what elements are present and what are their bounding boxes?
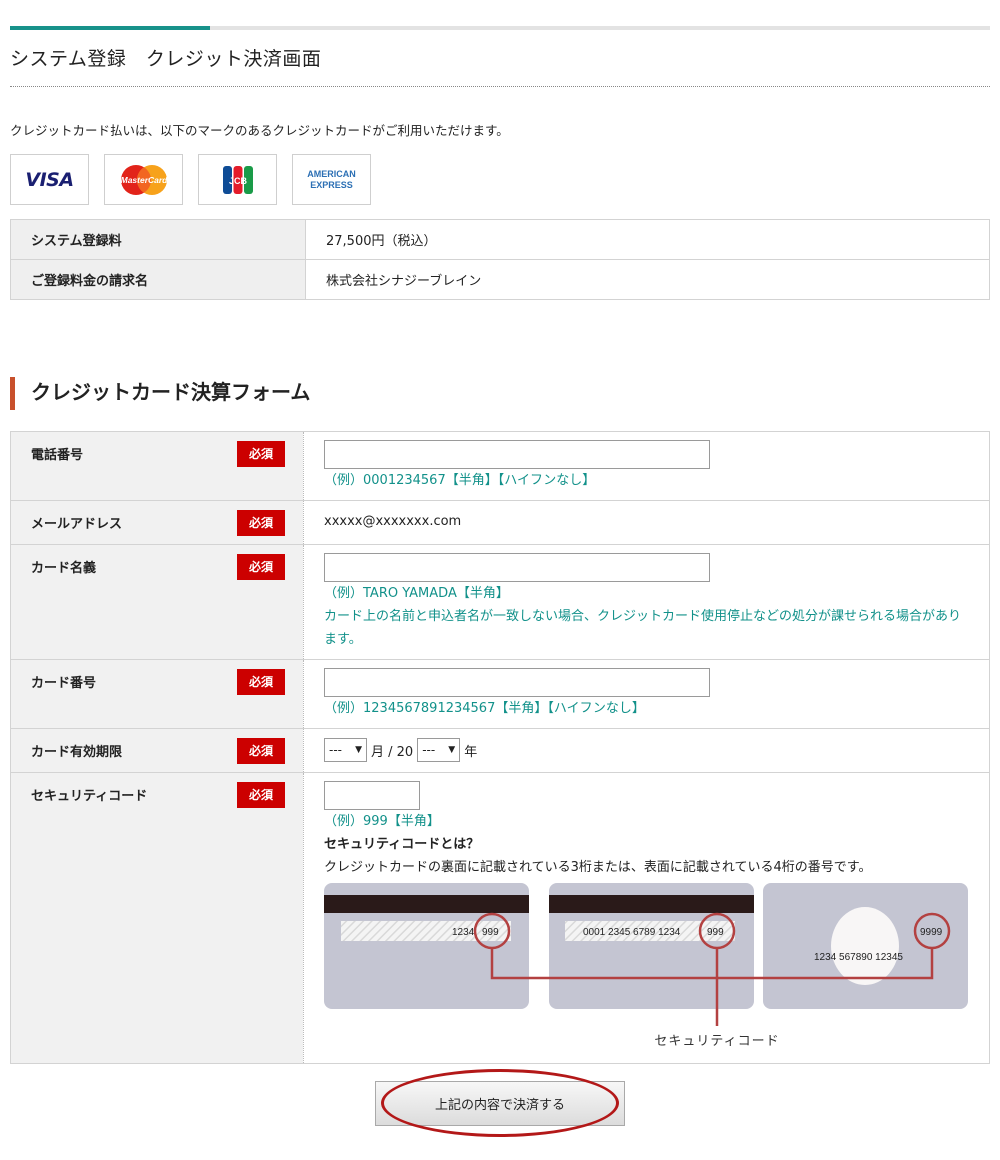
security-code-input[interactable]	[324, 781, 420, 810]
form-row-phone: 電話番号 必須 （例）0001234567【半角】【ハイフンなし】	[10, 431, 990, 501]
email-value: xxxxx@xxxxxxx.com	[324, 514, 462, 529]
security-code-description: クレジットカードの裏面に記載されている3桁または、表面に記載されている4桁の番号…	[324, 860, 872, 875]
fee-value: 27,500円（税込）	[305, 219, 990, 260]
phone-label: 電話番号	[31, 448, 84, 463]
chevron-down-icon: ▼	[355, 745, 362, 755]
card2-code: 999	[707, 927, 724, 938]
card-back-illustration: 1234 999	[324, 883, 529, 1009]
expiry-label: カード有効期限	[31, 745, 123, 760]
jcb-logo-text: JCB	[228, 176, 247, 186]
expiry-label-cell: カード有効期限 必須	[10, 728, 304, 773]
security-code-label: セキュリティコード	[31, 789, 148, 804]
visa-logo: VISA	[10, 154, 89, 205]
billing-name-value: 株式会社シナジーブレイン	[305, 259, 990, 300]
email-field-cell: xxxxx@xxxxxxx.com	[303, 500, 990, 545]
required-badge: 必須	[237, 782, 285, 808]
expiry-year-select[interactable]: --- ▼	[417, 738, 461, 762]
amex-logo-text: AMERICAN EXPRESS	[307, 169, 356, 191]
form-row-expiry: カード有効期限 必須 --- ▼ 月 / 20 --- ▼ 年	[10, 728, 990, 773]
title-divider	[10, 86, 990, 87]
amex-logo-line1: AMERICAN	[307, 168, 356, 179]
card-number-label-cell: カード番号 必須	[10, 659, 304, 729]
security-code-heading: セキュリティコードとは？	[324, 837, 480, 852]
expiry-year-value: ---	[422, 743, 436, 757]
expiry-month-value: ---	[329, 743, 342, 757]
required-badge: 必須	[237, 554, 285, 580]
required-badge: 必須	[237, 510, 285, 536]
phone-input[interactable]	[324, 440, 710, 469]
jcb-logo: JCB	[198, 154, 277, 205]
email-label: メールアドレス	[31, 517, 123, 532]
card-front-illustration: 9999 1234 567890 12345	[763, 883, 968, 1009]
security-code-field-cell: （例）999【半角】 セキュリティコードとは？ クレジットカードの裏面に記載され…	[303, 772, 990, 1064]
card-name-label-cell: カード名義 必須	[10, 544, 304, 660]
card-brand-logos: VISA MasterCard JCB AMERICAN EXPRESS	[10, 154, 371, 205]
amex-logo: AMERICAN EXPRESS	[292, 154, 371, 205]
expiry-field-cell: --- ▼ 月 / 20 --- ▼ 年	[303, 728, 990, 773]
credit-card-form: 電話番号 必須 （例）0001234567【半角】【ハイフンなし】 メールアドレ…	[10, 431, 990, 1064]
card-number-label: カード番号	[31, 676, 97, 691]
form-row-card-name: カード名義 必須 （例）TARO YAMADA【半角】 カード上の名前と申込者名…	[10, 544, 990, 660]
security-code-hint: （例）999【半角】	[324, 814, 440, 829]
card-number-hint: （例）1234567891234567【半角】【ハイフンなし】	[324, 701, 645, 716]
illustration-caption: セキュリティコード	[654, 1034, 779, 1049]
card1-digits: 1234	[452, 927, 475, 938]
form-row-security-code: セキュリティコード 必須 （例）999【半角】 セキュリティコードとは？ クレジ…	[10, 772, 990, 1064]
submit-payment-button[interactable]: 上記の内容で決済する	[375, 1081, 625, 1126]
card-name-hint: （例）TARO YAMADA【半角】	[324, 586, 509, 601]
phone-label-cell: 電話番号 必須	[10, 431, 304, 501]
card-name-note: カード上の名前と申込者名が一致しない場合、クレジットカード使用停止などの処分が課…	[324, 609, 962, 647]
form-row-card-number: カード番号 必須 （例）1234567891234567【半角】【ハイフンなし】	[10, 659, 990, 729]
card-number-input[interactable]	[324, 668, 710, 697]
mastercard-logo-text: MasterCard	[120, 175, 168, 185]
card3-digits: 1234 567890 12345	[814, 952, 903, 963]
card-name-label: カード名義	[31, 561, 97, 576]
card-number-field-cell: （例）1234567891234567【半角】【ハイフンなし】	[303, 659, 990, 729]
jcb-icon: JCB	[222, 165, 253, 194]
card-name-field-cell: （例）TARO YAMADA【半角】 カード上の名前と申込者名が一致しない場合、…	[303, 544, 990, 660]
phone-hint: （例）0001234567【半角】【ハイフンなし】	[324, 473, 596, 488]
amex-logo-line2: EXPRESS	[310, 179, 353, 190]
card1-code: 999	[482, 927, 499, 938]
submit-area: 上記の内容で決済する	[375, 1069, 625, 1137]
expiry-month-unit: 月 / 20	[371, 744, 414, 760]
card-name-input[interactable]	[324, 553, 710, 582]
chevron-down-icon: ▼	[448, 745, 456, 755]
billing-name-label: ご登録料金の請求名	[10, 259, 306, 300]
required-badge: 必須	[237, 669, 285, 695]
security-code-illustration: 1234 999 0001 2345 6789 1234 999 9999 12…	[324, 883, 968, 1049]
fee-label: システム登録料	[10, 219, 306, 260]
visa-logo-text: VISA	[25, 168, 74, 191]
email-label-cell: メールアドレス 必須	[10, 500, 304, 545]
mastercard-logo: MasterCard	[104, 154, 183, 205]
expiry-selects: --- ▼ 月 / 20 --- ▼ 年	[324, 737, 969, 763]
card3-code: 9999	[920, 927, 943, 938]
phone-field-cell: （例）0001234567【半角】【ハイフンなし】	[303, 431, 990, 501]
required-badge: 必須	[237, 738, 285, 764]
security-code-label-cell: セキュリティコード 必須	[10, 772, 304, 1064]
table-row: ご登録料金の請求名 株式会社シナジーブレイン	[10, 259, 990, 300]
form-row-email: メールアドレス 必須 xxxxx@xxxxxxx.com	[10, 500, 990, 545]
progress-line	[10, 26, 990, 30]
page-title: システム登録 クレジット決済画面	[10, 48, 322, 70]
mastercard-icon: MasterCard	[120, 164, 168, 195]
required-badge: 必須	[237, 441, 285, 467]
fee-info-table: システム登録料 27,500円（税込） ご登録料金の請求名 株式会社シナジーブレ…	[10, 219, 990, 300]
expiry-year-unit: 年	[464, 744, 478, 760]
progress-line-fill	[10, 26, 210, 30]
card2-digits: 0001 2345 6789 1234	[583, 927, 681, 938]
intro-text: クレジットカード払いは、以下のマークのあるクレジットカードがご利用いただけます。	[10, 123, 509, 138]
section-title: クレジットカード決算フォーム	[10, 377, 310, 410]
table-row: システム登録料 27,500円（税込）	[10, 219, 990, 260]
expiry-month-select[interactable]: --- ▼	[324, 738, 367, 762]
card-back-illustration: 0001 2345 6789 1234 999	[549, 883, 754, 1009]
